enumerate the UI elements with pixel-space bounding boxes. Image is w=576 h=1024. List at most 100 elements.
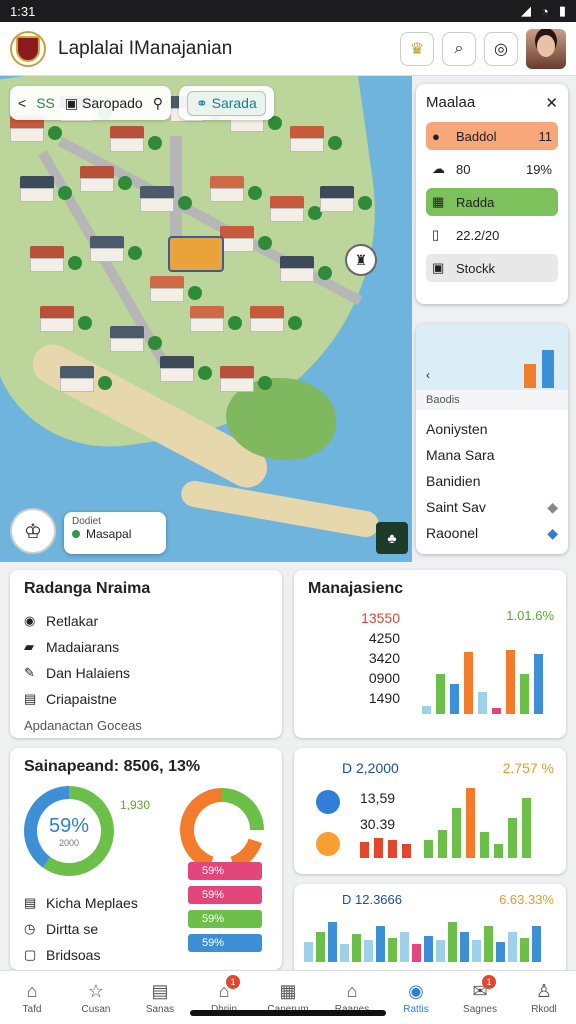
- metrics-card: D 2,2000 2.757 % 13,59 30.39: [294, 748, 566, 874]
- circle-icon: ●: [432, 128, 440, 144]
- status-dot-orange: [316, 832, 340, 856]
- panel-row[interactable]: ▦ Radda: [426, 188, 558, 216]
- location-card[interactable]: Dodiet Masapal: [64, 512, 166, 554]
- document-icon: ▯: [432, 227, 440, 242]
- nav-label: Sanas: [145, 1003, 175, 1015]
- tree: [248, 186, 262, 200]
- bar: [466, 788, 475, 858]
- page-title: Laplalai IManajanian: [58, 37, 233, 59]
- bar: [494, 844, 503, 858]
- list-item[interactable]: ◷ Dirtta se: [24, 916, 138, 942]
- avatar[interactable]: [526, 28, 566, 69]
- area-chip[interactable]: ⚭ Sarada: [186, 90, 266, 116]
- nav-item-home[interactable]: ⌂ Tafd: [0, 971, 64, 1024]
- edit-icon: ✎: [24, 665, 35, 680]
- bar: [472, 940, 481, 962]
- nav-item-user[interactable]: ♙ Rkodl: [512, 971, 576, 1024]
- donut-chart: 59% 2000: [24, 786, 114, 876]
- list-item[interactable]: ▢ Bridsoas: [24, 942, 138, 968]
- bar: [534, 654, 543, 714]
- city-map[interactable]: < SS ▣ Saropado ⚲ ⚭ Sarada ♜ ♔ Dodiet Ma…: [0, 76, 412, 562]
- bar: [422, 706, 431, 714]
- trophy-button[interactable]: ♛: [400, 31, 434, 66]
- location-icon[interactable]: ⚲: [153, 95, 163, 112]
- list-item[interactable]: Banidien: [426, 468, 558, 494]
- layers-icon: ♣: [387, 530, 397, 546]
- location-card-label: Dodiet: [72, 516, 101, 527]
- house: [40, 306, 74, 332]
- list-item[interactable]: ◉ Retlakar: [24, 608, 268, 634]
- bar-chart: [304, 914, 541, 962]
- house: [20, 176, 54, 202]
- list-item[interactable]: ✎ Dan Halaiens: [24, 660, 268, 686]
- nav-item-building[interactable]: ⌂ Dhriin 1: [192, 971, 256, 1024]
- chart-icon: ▦: [279, 980, 297, 1001]
- card-title: Radanga Nraima: [24, 580, 151, 597]
- status-time: 1:31: [10, 3, 36, 19]
- tree: [328, 136, 342, 150]
- card-title: Manajasienc: [308, 580, 404, 597]
- house: [150, 276, 184, 302]
- mini-chart: ‹: [416, 324, 568, 390]
- user-icon: ♙: [535, 980, 553, 1001]
- panel-row[interactable]: ▣ Stockk: [426, 254, 558, 282]
- list-item[interactable]: ▤ Criapaistne: [24, 686, 268, 712]
- bar: [328, 922, 337, 962]
- bar: [452, 808, 461, 858]
- bar: [448, 922, 457, 962]
- house: [80, 166, 114, 192]
- bar: [438, 830, 447, 858]
- close-icon[interactable]: ✕: [545, 94, 558, 112]
- nav-item-compass[interactable]: ◉ Rattis: [384, 971, 448, 1024]
- nav-item-house[interactable]: ⌂ Raanes: [320, 971, 384, 1024]
- house: [280, 256, 314, 282]
- notification-badge: 1: [226, 975, 240, 989]
- map-pin[interactable]: ♜: [345, 244, 377, 276]
- panel-row[interactable]: ☁ 80 19%: [426, 155, 558, 183]
- house: [210, 176, 244, 202]
- card-title: Sainapeand: 8506, 13%: [24, 758, 201, 775]
- list-item[interactable]: ▤ Kicha Meplaes: [24, 890, 138, 916]
- list-item[interactable]: ▰ Madaiarans: [24, 634, 268, 660]
- list-item[interactable]: Saint Sav ◆: [426, 494, 558, 520]
- search-field[interactable]: ▣ Saropado: [65, 95, 143, 112]
- settings-button[interactable]: ◎: [484, 31, 518, 66]
- emblem-icon: ♜: [354, 251, 368, 268]
- location-card-value: Masapal: [86, 527, 132, 541]
- nav-label: Tafd: [22, 1003, 42, 1015]
- list-item[interactable]: Raoonel ◆: [426, 520, 558, 546]
- nav-item-chart[interactable]: ▦ Canerum: [256, 971, 320, 1024]
- tree: [318, 266, 332, 280]
- nav-item-chat[interactable]: ✉ Sagnes 1: [448, 971, 512, 1024]
- bar-chart: [424, 784, 531, 858]
- list-item[interactable]: Aoniysten: [426, 416, 558, 442]
- bar: [364, 940, 373, 962]
- tree: [358, 196, 372, 210]
- back-button[interactable]: <: [18, 95, 26, 111]
- tree: [258, 236, 272, 250]
- list-item[interactable]: Mana Sara: [426, 442, 558, 468]
- bar: [478, 692, 487, 714]
- panel-row[interactable]: ● Baddol 11: [426, 122, 558, 150]
- bar: [412, 944, 421, 962]
- nav-label: Rattis: [403, 1003, 429, 1015]
- status-bar: 1:31 ◢ ◔ ▮: [0, 0, 576, 22]
- bar: [532, 926, 541, 962]
- star-icon: ☆: [87, 980, 105, 1001]
- bar: [352, 934, 361, 962]
- chevron-left-icon[interactable]: ‹: [426, 368, 430, 382]
- details-panel: Maalaa ✕ ● Baddol 11 ☁ 80 19% ▦ Radda ▯ …: [416, 84, 568, 304]
- panel-row[interactable]: ▯ 22.2/20: [426, 221, 558, 249]
- house: [140, 186, 174, 212]
- filter-chip[interactable]: SS: [36, 95, 55, 111]
- home-indicator: [190, 1010, 386, 1016]
- notification-badge: 1: [482, 975, 496, 989]
- bar: [464, 652, 473, 714]
- map-layers-button[interactable]: ♣: [376, 522, 408, 554]
- house: [290, 126, 324, 152]
- emblem-button[interactable]: ♔: [10, 508, 56, 554]
- app-logo: [10, 30, 46, 67]
- search-button[interactable]: ⌕: [442, 31, 476, 66]
- nav-item-list[interactable]: ▤ Sanas: [128, 971, 192, 1024]
- nav-item-star[interactable]: ☆ Cusan: [64, 971, 128, 1024]
